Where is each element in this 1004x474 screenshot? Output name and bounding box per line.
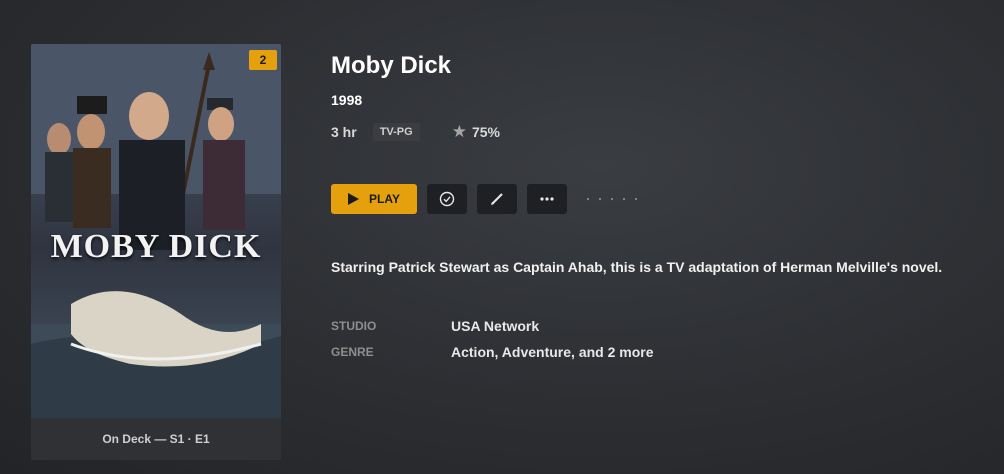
play-label: PLAY [369, 192, 400, 206]
poster-card[interactable]: MOBY DICK 2 On Deck — S1 · E1 [31, 44, 281, 460]
audience-rating: 75% [471, 124, 500, 140]
poster-title-art: MOBY DICK [50, 228, 262, 265]
more-button[interactable] [527, 184, 567, 214]
genre-row: GENRE Action, Adventure, and 2 more [331, 339, 654, 365]
content-rating-badge: TV-PG [372, 123, 420, 141]
edit-button[interactable] [477, 184, 517, 214]
check-circle-icon [439, 191, 455, 207]
metadata-row: 3 hr TV-PG ★ 75% [331, 121, 500, 143]
info-table: STUDIO USA Network GENRE Action, Adventu… [331, 313, 654, 365]
on-deck-label[interactable]: On Deck — S1 · E1 [31, 418, 281, 460]
unwatched-count-badge: 2 [249, 50, 277, 70]
summary-text: Starring Patrick Stewart as Captain Ahab… [331, 259, 943, 275]
poster-image: MOBY DICK [31, 44, 281, 418]
play-button[interactable]: PLAY [331, 184, 417, 214]
genre-label: GENRE [331, 345, 374, 359]
studio-value[interactable]: USA Network [451, 318, 539, 334]
mark-watched-button[interactable] [427, 184, 467, 214]
pencil-icon [491, 193, 503, 205]
loading-indicator [587, 198, 637, 200]
play-icon [348, 193, 360, 205]
more-icon [540, 197, 554, 201]
release-year: 1998 [331, 92, 363, 108]
genre-value[interactable]: Action, Adventure, and 2 more [451, 344, 654, 360]
studio-label: STUDIO [331, 319, 377, 333]
star-icon: ★ [451, 122, 467, 141]
action-bar: PLAY [331, 184, 637, 214]
studio-row: STUDIO USA Network [331, 313, 654, 339]
duration: 3 hr [331, 124, 357, 140]
page-title: Moby Dick [331, 52, 452, 79]
